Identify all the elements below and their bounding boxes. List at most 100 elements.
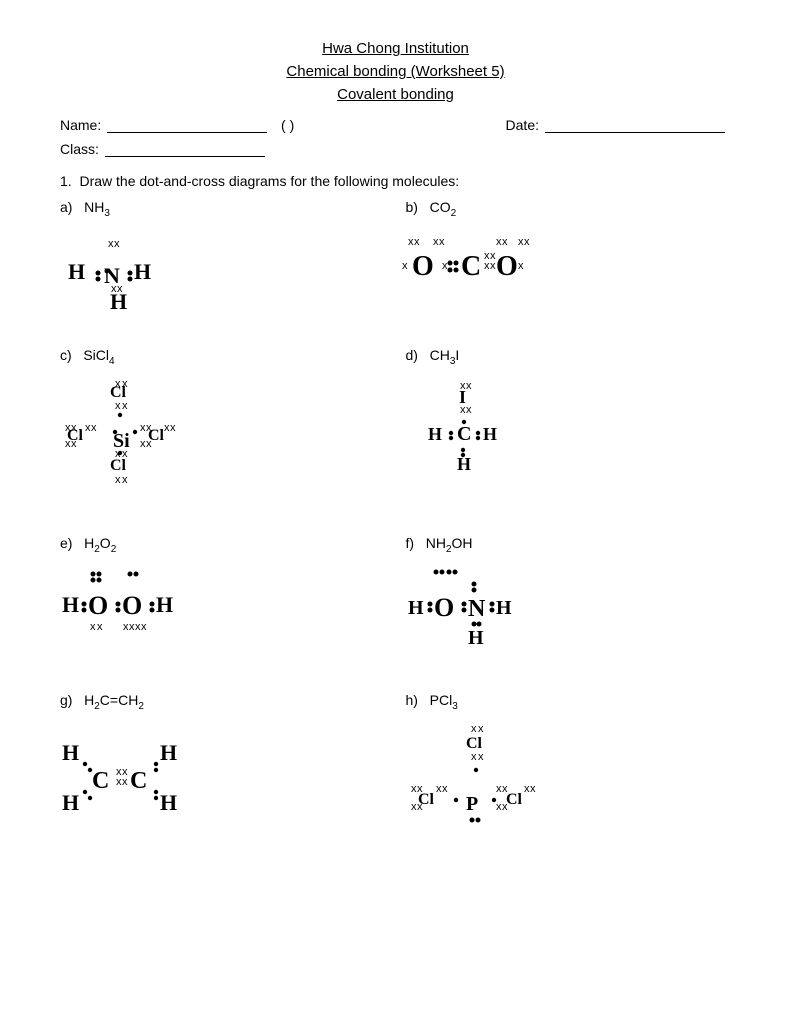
svg-text:x: x bbox=[90, 621, 96, 633]
svg-text:x: x bbox=[97, 621, 103, 633]
class-row: Class: bbox=[60, 141, 731, 157]
name-input[interactable] bbox=[107, 117, 267, 133]
svg-text:C: C bbox=[92, 768, 109, 794]
molecule-label-h: h) PCl3 bbox=[406, 692, 458, 712]
molecule-label-g: g) H2C=CH2 bbox=[60, 692, 144, 712]
diagram-nh2oh: H O N bbox=[406, 562, 586, 662]
svg-text:C: C bbox=[461, 251, 481, 282]
svg-text:Cl: Cl bbox=[466, 735, 483, 752]
svg-text:H: H bbox=[160, 740, 177, 765]
name-row: Name: ( ) Date: bbox=[60, 117, 731, 133]
svg-text:x: x bbox=[478, 723, 484, 735]
molecule-pcl3: h) PCl3 xx Cl xx xx Cl xx xx bbox=[406, 692, 732, 850]
svg-text:x: x bbox=[71, 438, 77, 450]
svg-text:x: x bbox=[442, 260, 448, 272]
molecules-grid: a) NH3 H N x x bbox=[60, 199, 731, 850]
svg-text:O: O bbox=[412, 251, 434, 282]
molecule-h2c-ch2: g) H2C=CH2 H C H xx bbox=[60, 692, 386, 850]
class-input[interactable] bbox=[105, 141, 265, 157]
svg-text:P: P bbox=[466, 793, 478, 815]
svg-text:H: H bbox=[110, 289, 127, 314]
molecule-nh2oh: f) NH2OH H O bbox=[406, 535, 732, 663]
svg-text:x: x bbox=[471, 723, 477, 735]
molecule-ch3i: d) CH3I xx I xx C H H bbox=[406, 347, 732, 505]
diagram-h2c-ch2: H C H xx xx C bbox=[60, 720, 260, 830]
diagram-ch3i: xx I xx C H H H bbox=[406, 375, 536, 485]
svg-text:H: H bbox=[496, 597, 512, 619]
page-header: Hwa Chong Institution Chemical bonding (… bbox=[60, 40, 731, 103]
svg-text:x: x bbox=[146, 438, 152, 450]
svg-text:x: x bbox=[141, 621, 147, 633]
svg-text:x: x bbox=[402, 260, 408, 272]
svg-text:Cl: Cl bbox=[110, 457, 127, 474]
svg-text:H: H bbox=[62, 740, 79, 765]
svg-text:H: H bbox=[428, 424, 442, 444]
molecule-h2o2: e) H2O2 H O xx bbox=[60, 535, 386, 663]
svg-text:H: H bbox=[468, 627, 484, 649]
name-parens: ( ) bbox=[273, 117, 294, 133]
svg-text:x: x bbox=[91, 422, 97, 434]
svg-text:x: x bbox=[417, 801, 423, 813]
date-label: Date: bbox=[506, 117, 539, 133]
svg-text:x: x bbox=[471, 751, 477, 763]
svg-text:x: x bbox=[466, 404, 472, 416]
svg-text:H: H bbox=[408, 597, 424, 619]
diagram-co2: x x x O x x x C x bbox=[406, 227, 626, 307]
svg-text:H: H bbox=[160, 790, 177, 815]
molecule-label-f: f) NH2OH bbox=[406, 535, 473, 555]
diagram-sicl4: xx Cl xx xx Cl xx xx Si xx Cl xx xx bbox=[60, 375, 200, 505]
svg-text:O: O bbox=[122, 591, 142, 620]
question-text: 1. Draw the dot-and-cross diagrams for t… bbox=[60, 173, 731, 189]
svg-text:H: H bbox=[62, 790, 79, 815]
svg-text:x: x bbox=[524, 236, 530, 248]
svg-text:x: x bbox=[114, 238, 120, 250]
svg-text:C: C bbox=[457, 423, 471, 445]
class-label: Class: bbox=[60, 141, 99, 157]
svg-text:Cl: Cl bbox=[506, 791, 523, 808]
svg-text:x: x bbox=[122, 474, 128, 486]
question-1: 1. Draw the dot-and-cross diagrams for t… bbox=[60, 173, 731, 850]
molecule-label-b: b) CO2 bbox=[406, 199, 457, 219]
svg-text:x: x bbox=[115, 400, 121, 412]
worksheet-title: Chemical bonding (Worksheet 5) bbox=[60, 63, 731, 80]
molecule-co2: b) CO2 x x x O x x x bbox=[406, 199, 732, 317]
svg-text:x: x bbox=[170, 422, 176, 434]
svg-text:H: H bbox=[68, 259, 85, 284]
svg-text:H: H bbox=[156, 592, 173, 617]
svg-text:C: C bbox=[130, 768, 147, 794]
svg-text:x: x bbox=[478, 751, 484, 763]
svg-text:x: x bbox=[502, 236, 508, 248]
diagram-nh3: H N x x H x x bbox=[60, 227, 190, 317]
name-label: Name: bbox=[60, 117, 101, 133]
molecule-label-c: c) SiCl4 bbox=[60, 347, 115, 367]
molecule-label-a: a) NH3 bbox=[60, 199, 110, 219]
svg-text:H: H bbox=[62, 592, 79, 617]
svg-text:O: O bbox=[496, 251, 518, 282]
svg-text:x: x bbox=[414, 236, 420, 248]
diagram-pcl3: xx Cl xx xx Cl xx xx P bbox=[406, 720, 566, 850]
molecule-sicl4: c) SiCl4 xx Cl xx xx Cl xx xx Si xx bbox=[60, 347, 386, 505]
svg-text:x: x bbox=[502, 801, 508, 813]
svg-text:x: x bbox=[439, 236, 445, 248]
molecule-label-e: e) H2O2 bbox=[60, 535, 116, 555]
svg-text:O: O bbox=[434, 593, 454, 622]
svg-text:x: x bbox=[466, 380, 472, 392]
svg-text:Cl: Cl bbox=[110, 384, 127, 401]
svg-text:H: H bbox=[134, 259, 151, 284]
molecule-nh3: a) NH3 H N x x bbox=[60, 199, 386, 317]
diagram-h2o2: H O xx O bbox=[60, 562, 240, 642]
svg-text:x: x bbox=[122, 776, 128, 788]
institution-title: Hwa Chong Institution bbox=[60, 40, 731, 57]
svg-text:H: H bbox=[457, 454, 471, 474]
date-input[interactable] bbox=[545, 117, 725, 133]
molecule-label-d: d) CH3I bbox=[406, 347, 460, 367]
svg-text:N: N bbox=[468, 596, 486, 622]
svg-text:x: x bbox=[530, 783, 536, 795]
svg-text:O: O bbox=[88, 591, 108, 620]
topic-title: Covalent bonding bbox=[60, 86, 731, 103]
svg-text:H: H bbox=[483, 424, 497, 444]
svg-text:x: x bbox=[518, 260, 524, 272]
svg-text:x: x bbox=[442, 783, 448, 795]
svg-text:x: x bbox=[122, 400, 128, 412]
svg-text:x: x bbox=[115, 474, 121, 486]
